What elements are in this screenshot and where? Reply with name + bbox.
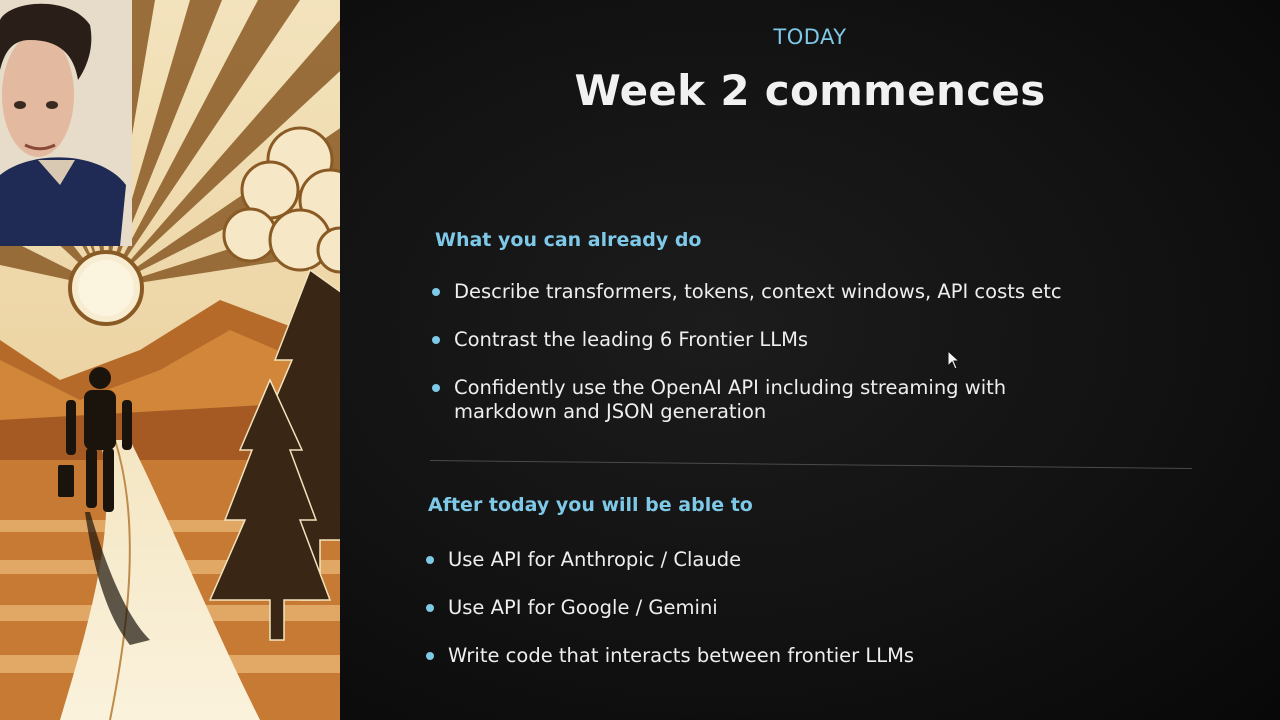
list-item: Write code that interacts between fronti…: [426, 644, 1126, 668]
list-item-text: Use API for Anthropic / Claude: [448, 548, 742, 571]
presentation-slide: TODAY Week 2 commences What you can alre…: [340, 0, 1280, 720]
list-item-text: Use API for Google / Gemini: [448, 596, 718, 619]
list-item-text: Describe transformers, tokens, context w…: [454, 280, 1062, 303]
list-item: Confidently use the OpenAI API including…: [432, 376, 1094, 424]
section-divider: [429, 460, 1192, 469]
list-item-text: Write code that interacts between fronti…: [448, 644, 915, 667]
list-item-text: Contrast the leading 6 Frontier LLMs: [454, 328, 809, 351]
list-item: Use API for Google / Gemini: [426, 596, 1126, 620]
bullet-icon: [432, 384, 440, 392]
bullet-icon: [426, 556, 434, 564]
bullet-icon: [426, 652, 434, 660]
presenter-webcam: [0, 0, 132, 246]
bullet-icon: [432, 288, 440, 296]
mouse-cursor-icon: [947, 350, 961, 370]
section-heading-after: After today you will be able to: [428, 494, 753, 516]
bullet-list-after: Use API for Anthropic / Claude Use API f…: [426, 548, 1126, 692]
slide-eyebrow: TODAY: [773, 25, 847, 49]
illustration-panel: [0, 0, 352, 720]
sun-icon: [68, 250, 144, 326]
bullet-list-already: Describe transformers, tokens, context w…: [432, 280, 1132, 448]
bullet-icon: [426, 604, 434, 612]
bullet-icon: [432, 336, 440, 344]
slide-title: Week 2 commences: [574, 66, 1046, 115]
list-item: Use API for Anthropic / Claude: [426, 548, 1126, 572]
list-item: Contrast the leading 6 Frontier LLMs: [432, 328, 1132, 352]
list-item: Describe transformers, tokens, context w…: [432, 280, 1132, 304]
list-item-text: Confidently use the OpenAI API including…: [454, 376, 1007, 423]
section-heading-already: What you can already do: [435, 229, 702, 251]
